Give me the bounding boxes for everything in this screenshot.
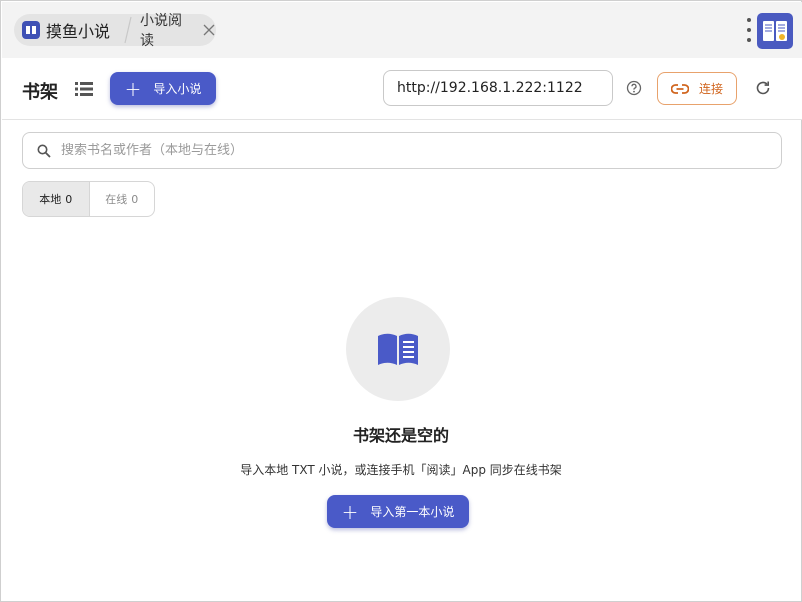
search-icon [37, 144, 51, 158]
filter-local-label: 本地 [39, 193, 62, 206]
tab-group: 摸鱼小说 小说阅读 [14, 13, 216, 49]
filter-local[interactable]: 本地 0 [23, 182, 89, 216]
title-bar: 摸鱼小说 小说阅读 [2, 2, 802, 58]
empty-illustration [346, 297, 450, 401]
toolbar: 书架 + 导入小说 连接 [2, 58, 802, 120]
tab-label: 小说阅读 [140, 13, 182, 49]
import-first-novel-button[interactable]: + 导入第一本小说 [327, 495, 469, 528]
plus-icon: + [341, 499, 359, 524]
app-title: 摸鱼小说 [46, 22, 111, 41]
list-icon[interactable] [75, 81, 93, 97]
filter-local-count: 0 [65, 192, 73, 206]
import-button-label: 导入小说 [153, 82, 202, 96]
book-icon [22, 21, 40, 39]
connect-button-label: 连接 [698, 82, 723, 96]
book-open-icon [378, 333, 418, 365]
search-input[interactable] [61, 143, 741, 158]
search-box [22, 132, 782, 169]
book-icon[interactable] [757, 13, 793, 49]
link-icon [670, 83, 689, 94]
empty-state-title: 书架还是空的 [352, 426, 449, 445]
page-title: 书架 [22, 82, 58, 103]
help-icon[interactable] [626, 80, 642, 96]
app-window: 摸鱼小说 小说阅读 书架 + 导入小说 http://192.168.1.222… [0, 0, 802, 602]
tab-novel-reading[interactable]: 小说阅读 [130, 13, 216, 49]
empty-state-description: 导入本地 TXT 小说，或连接手机「阅读」App 同步在线书架 [240, 463, 562, 477]
refresh-icon[interactable] [754, 79, 772, 97]
app-tab[interactable]: 摸鱼小说 [14, 14, 126, 46]
import-novel-button[interactable]: + 导入小说 [110, 72, 216, 105]
plus-icon: + [124, 76, 142, 101]
import-first-button-label: 导入第一本小说 [370, 505, 455, 519]
source-filter: 本地 0 在线 0 [22, 181, 155, 217]
close-icon[interactable] [202, 23, 216, 37]
connect-button[interactable]: 连接 [657, 72, 737, 105]
filter-online[interactable]: 在线 0 [88, 182, 155, 216]
server-url-input[interactable] [383, 70, 613, 106]
filter-online-label: 在线 [105, 193, 128, 206]
more-icon[interactable] [746, 18, 752, 42]
filter-online-count: 0 [131, 192, 139, 206]
